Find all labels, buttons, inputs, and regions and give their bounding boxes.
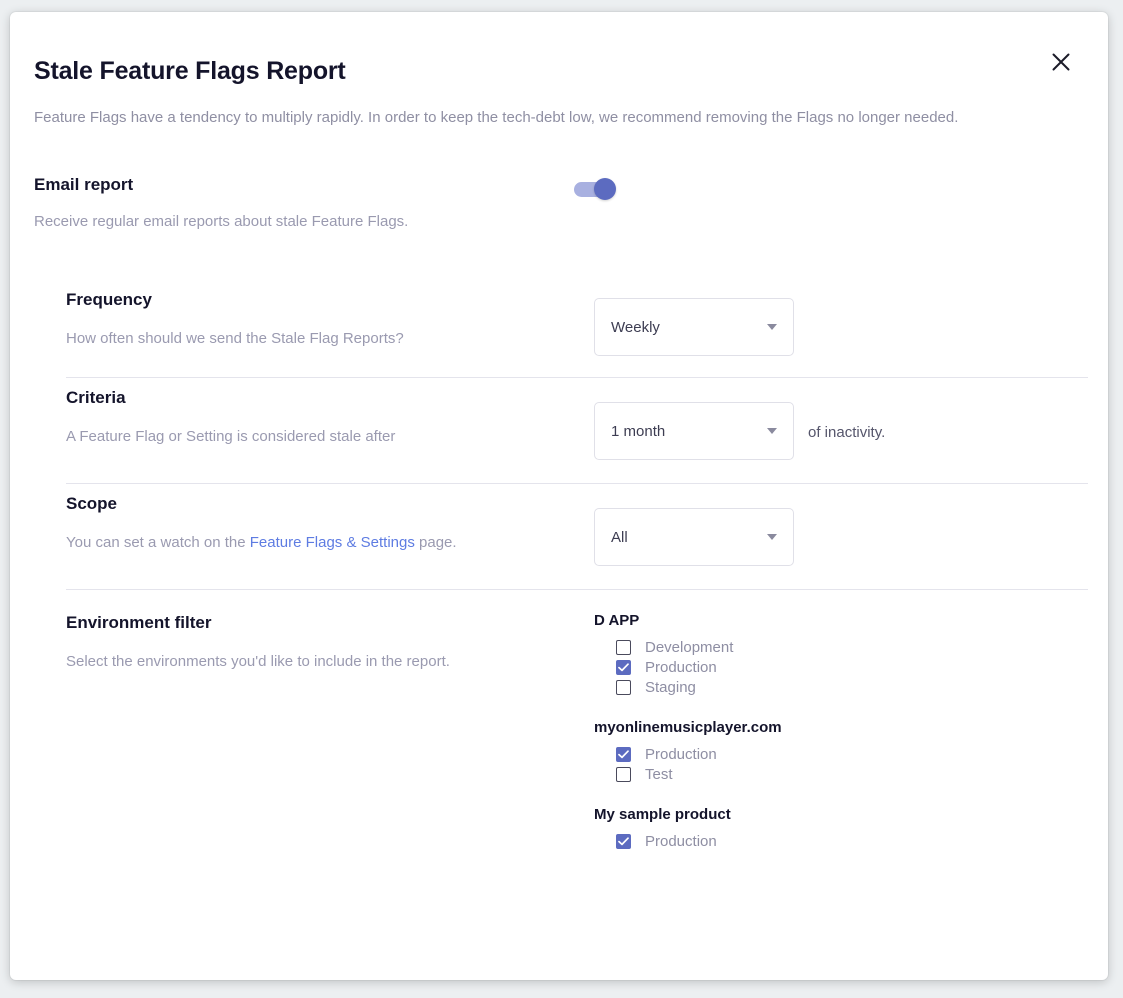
checkbox-unchecked-icon[interactable] [616,679,631,695]
environment-checkbox-label: Production [645,832,717,850]
environment-group: myonlinemusicplayer.com Production Test [594,719,1074,784]
settings-list: Frequency How often should we send the S… [66,280,1088,890]
scope-select-value: All [611,528,628,546]
close-x-glyph [1052,53,1070,71]
environment-filter-row: Environment filter Select the environmen… [66,590,1088,890]
checkbox-unchecked-icon[interactable] [616,639,631,655]
chevron-down-icon [767,534,777,540]
environment-group-name: D APP [594,612,640,629]
checkbox-checked-icon[interactable] [616,659,631,675]
environment-filter-subtitle: Select the environments you'd like to in… [66,653,450,670]
scope-subtitle-before: You can set a watch on the [66,534,250,551]
environment-group: D APP Development Production Staging [594,612,1074,697]
chevron-down-icon [767,324,777,330]
environment-checkbox-label: Staging [645,678,696,696]
frequency-select-value: Weekly [611,318,660,336]
environment-checkbox-label: Production [645,658,717,676]
scope-subtitle: You can set a watch on the Feature Flags… [66,534,596,551]
environment-checkbox-item[interactable]: Development [616,637,1074,657]
environment-checkbox-label: Production [645,745,717,763]
close-icon[interactable] [1044,45,1078,79]
feature-flags-settings-link[interactable]: Feature Flags & Settings [250,534,415,551]
email-report-section: Email report Receive regular email repor… [34,175,1079,230]
frequency-subtitle: How often should we send the Stale Flag … [66,330,404,347]
email-report-subtitle: Receive regular email reports about stal… [34,213,409,230]
checkbox-unchecked-icon[interactable] [616,766,631,782]
criteria-text: Criteria A Feature Flag or Setting is co… [66,378,596,445]
frequency-title: Frequency [66,290,152,309]
scope-title: Scope [66,494,118,513]
criteria-title: Criteria [66,388,126,407]
environment-group-name: myonlinemusicplayer.com [594,719,782,736]
checkbox-checked-icon[interactable] [616,833,631,849]
environment-checkbox-item[interactable]: Production [616,744,1074,764]
criteria-suffix: of inactivity. [808,424,886,441]
environment-group: My sample product Production [594,806,1074,851]
stale-feature-flags-dialog: Stale Feature Flags Report Feature Flags… [10,12,1108,980]
frequency-select[interactable]: Weekly [594,298,794,356]
environment-checkbox-item[interactable]: Staging [616,677,1074,697]
environment-checkbox-item[interactable]: Test [616,764,1074,784]
frequency-text: Frequency How often should we send the S… [66,280,596,347]
criteria-select[interactable]: 1 month [594,402,794,460]
dialog-description: Feature Flags have a tendency to multipl… [34,109,959,126]
criteria-select-value: 1 month [611,422,666,440]
criteria-row: Criteria A Feature Flag or Setting is co… [66,378,1088,484]
scope-text: Scope You can set a watch on the Feature… [66,484,596,551]
environment-checkbox-label: Test [645,765,673,783]
page-title: Stale Feature Flags Report [34,57,346,85]
criteria-subtitle: A Feature Flag or Setting is considered … [66,428,396,445]
environment-checkbox-item[interactable]: Production [616,831,1074,851]
frequency-row: Frequency How often should we send the S… [66,280,1088,378]
environment-groups: D APP Development Production Staging myonlin… [594,612,1074,851]
email-report-toggle[interactable] [574,178,618,200]
environment-filter-text: Environment filter Select the environmen… [66,590,596,670]
chevron-down-icon [767,428,777,434]
environment-checkbox-label: Development [645,638,734,656]
email-report-title: Email report [34,175,134,194]
toggle-knob [594,178,616,200]
environment-group-name: My sample product [594,806,731,823]
scope-subtitle-after: page. [414,534,457,551]
scope-select[interactable]: All [594,508,794,566]
checkbox-checked-icon[interactable] [616,746,631,762]
scope-row: Scope You can set a watch on the Feature… [66,484,1088,590]
environment-filter-title: Environment filter [66,613,212,632]
environment-checkbox-item[interactable]: Production [616,657,1074,677]
